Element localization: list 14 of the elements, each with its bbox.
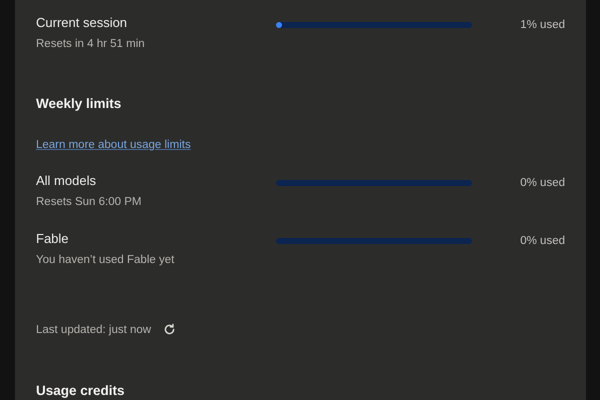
limit-title: All models	[36, 173, 97, 189]
section-heading: Usage credits	[36, 382, 126, 400]
limit-title: Fable	[36, 231, 70, 247]
learn-more-link[interactable]: Learn more about usage limits	[36, 139, 191, 151]
last-updated-text: Last updated: just now	[36, 323, 152, 338]
limit-subtitle: Resets Sun 6:00 PM	[36, 195, 142, 210]
limit-title: Current session	[36, 15, 128, 31]
usage-reading: 0% used	[520, 176, 565, 191]
refresh-icon[interactable]	[163, 323, 176, 336]
limit-subtitle: You haven’t used Fable yet	[36, 253, 176, 268]
usage-reading: 0% used	[520, 234, 565, 249]
section-heading: Weekly limits	[36, 95, 122, 113]
usage-reading: 1% used	[520, 18, 565, 33]
limit-subtitle: Resets in 4 hr 51 min	[36, 37, 146, 52]
